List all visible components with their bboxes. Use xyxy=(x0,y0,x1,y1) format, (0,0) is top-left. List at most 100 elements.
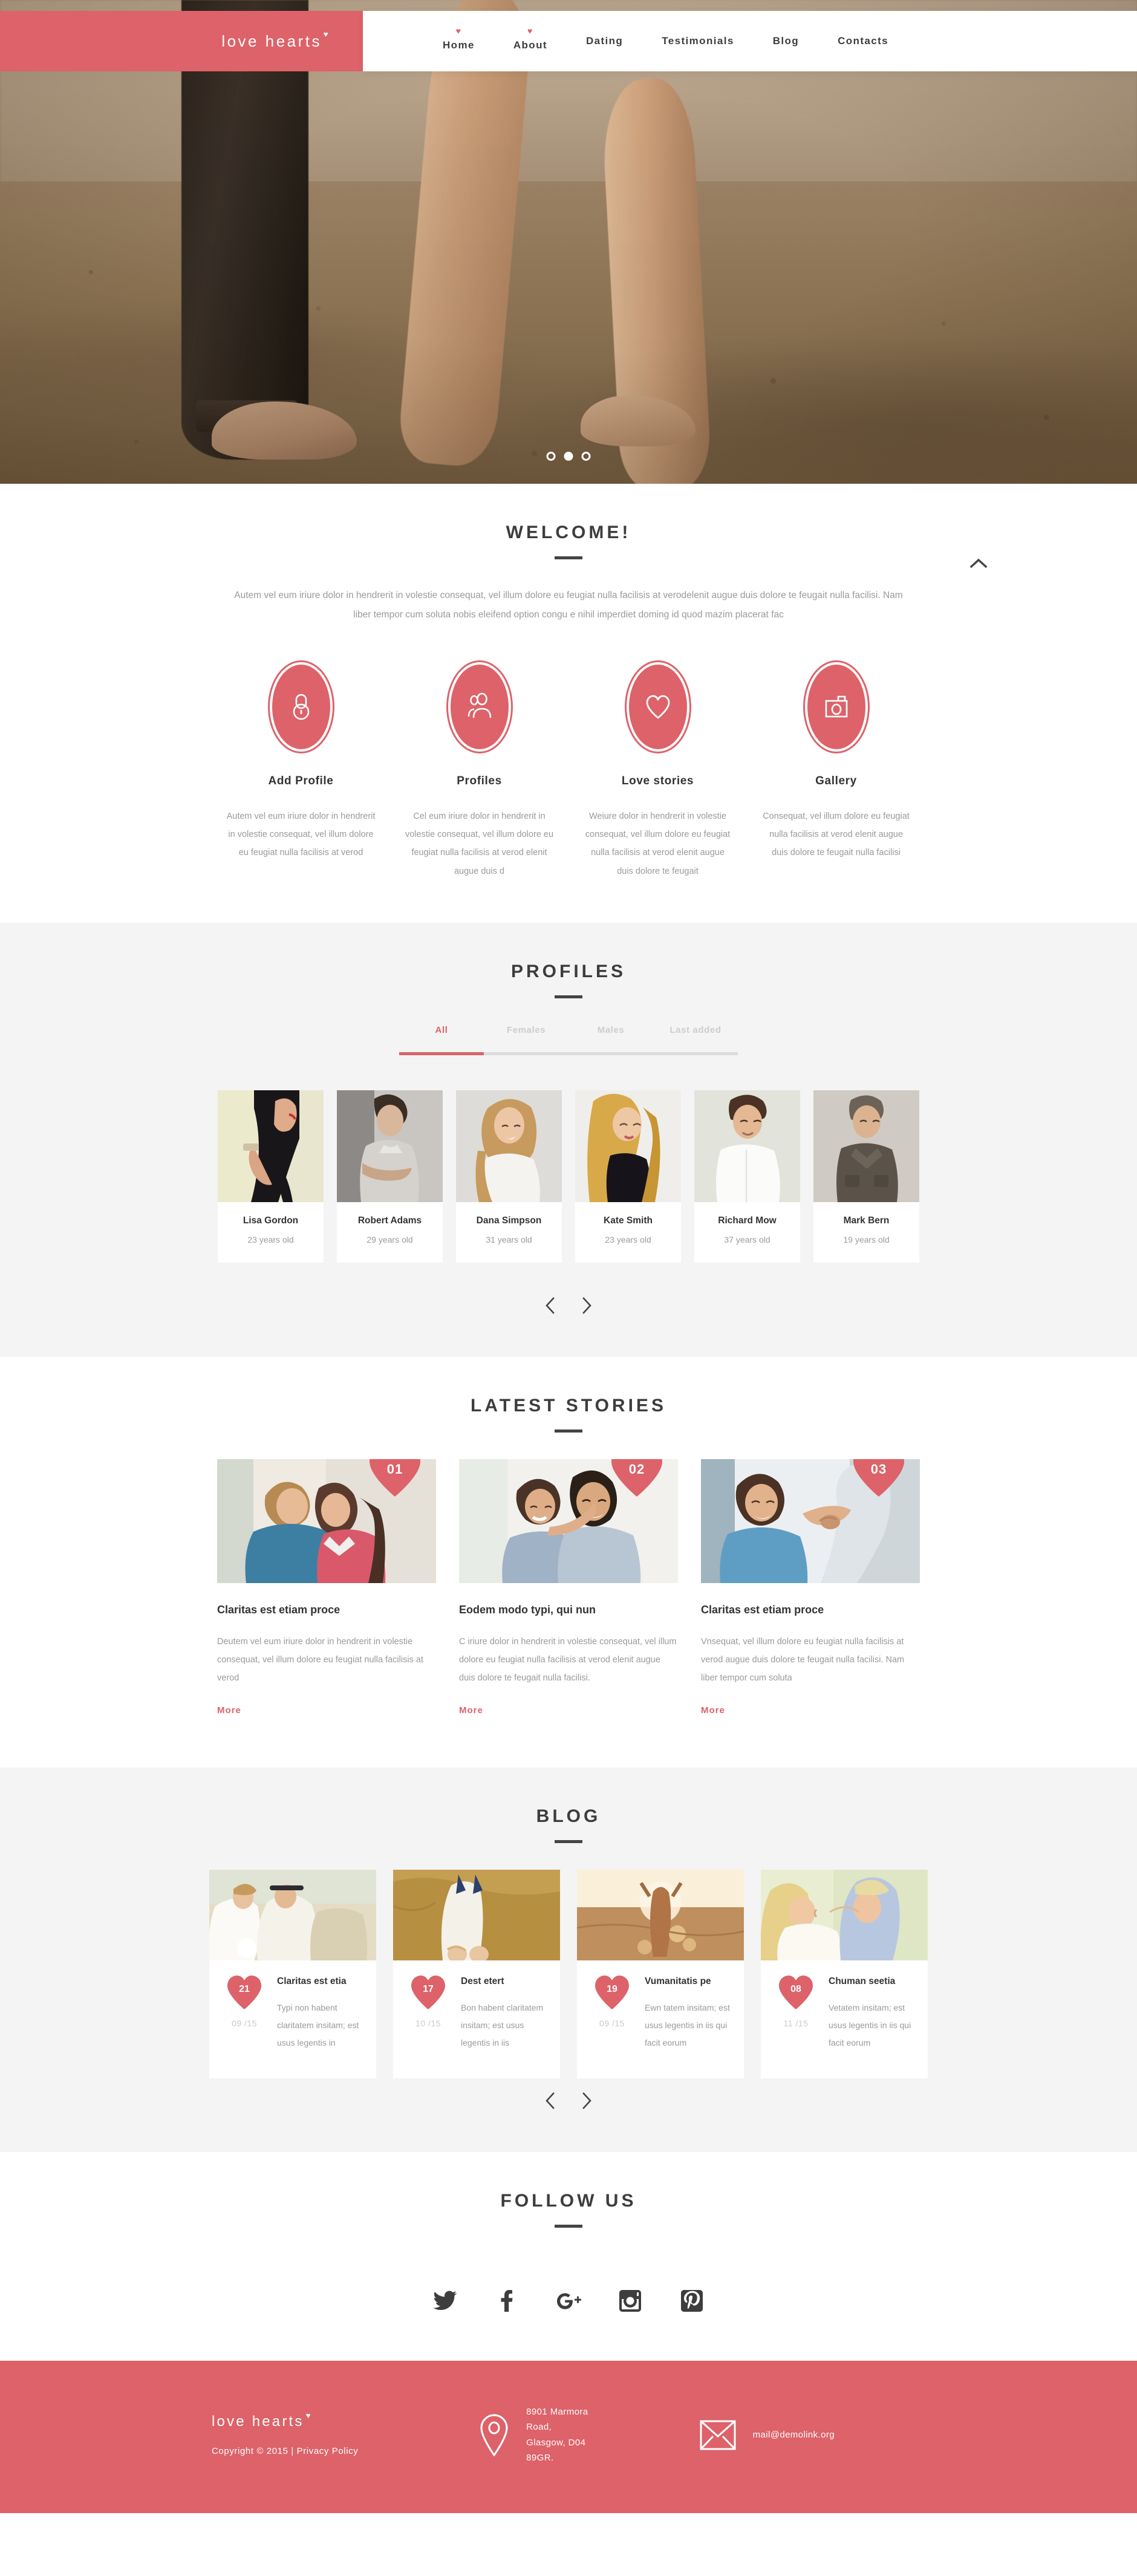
profile-card[interactable]: Dana Simpson 31 years old xyxy=(456,1090,562,1263)
nav-item-home[interactable]: ♥ Home xyxy=(423,11,494,71)
blog-card[interactable]: 17 10 /15 Dest etert Bon habent claritat… xyxy=(393,1870,560,2078)
blog-excerpt: Bon habent claritatem insitam; est usus … xyxy=(461,2003,544,2047)
slider-pagination xyxy=(546,452,591,461)
footer-copyright[interactable]: Copyright © 2015 | Privacy Policy xyxy=(212,2446,478,2456)
story-description: Deutem vel eum iriure dolor in hendrerit… xyxy=(217,1637,423,1683)
profile-name: Lisa Gordon xyxy=(243,1215,299,1226)
profile-age: 19 years old xyxy=(843,1235,890,1245)
blog-title[interactable]: Claritas est etia xyxy=(277,1976,364,1987)
nav-item-dating[interactable]: Dating xyxy=(567,11,642,71)
blog-day-badge: 08 xyxy=(777,1974,815,2011)
nav-item-contacts[interactable]: Contacts xyxy=(818,11,908,71)
chevron-left-icon[interactable] xyxy=(542,1296,558,1315)
story-more-link[interactable]: More xyxy=(701,1705,920,1716)
site-logo[interactable]: love hearts ♥ xyxy=(221,30,328,51)
feature-profiles[interactable]: Profiles Cel eum iriure dolor in hendrer… xyxy=(390,662,568,881)
profile-photo-mark-bern xyxy=(813,1090,919,1203)
chevron-left-icon[interactable] xyxy=(542,2092,558,2110)
hero-background-photo xyxy=(0,0,1137,484)
blog-month: 11 /15 xyxy=(783,2018,809,2029)
welcome-paragraph: Autem vel eum iriure dolor in hendrerit … xyxy=(234,590,903,620)
profile-card[interactable]: Lisa Gordon 23 years old xyxy=(218,1090,324,1263)
footer-logo-text: love hearts xyxy=(212,2413,304,2430)
chevron-right-icon[interactable] xyxy=(579,1296,595,1315)
blog-date: 21 09 /15 xyxy=(221,1974,267,2051)
story-title: Claritas est etiam proce xyxy=(217,1604,340,1616)
blog-day-badge: 19 xyxy=(593,1974,631,2011)
footer-logo[interactable]: love hearts ♥ xyxy=(212,2411,310,2430)
blog-photo-3 xyxy=(577,1870,744,1961)
profile-card[interactable]: Robert Adams 29 years old xyxy=(337,1090,443,1263)
profile-photo xyxy=(813,1090,919,1203)
feature-love-stories[interactable]: Love stories Weiure dolor in hendrerit i… xyxy=(568,662,747,881)
blog-date: 17 10 /15 xyxy=(405,1974,451,2051)
chevron-up-icon xyxy=(969,558,988,568)
nav-item-label: Dating xyxy=(585,35,624,47)
social-link-pinterest[interactable] xyxy=(678,2287,706,2315)
social-links xyxy=(0,2254,1137,2361)
story-more-link[interactable]: More xyxy=(459,1705,678,1716)
site-header: love hearts ♥ ♥ Home ♥ About Dating Test… xyxy=(0,11,1137,71)
title-underline xyxy=(555,556,582,559)
footer-email[interactable]: mail@demolink.org xyxy=(753,2427,835,2443)
filter-tab-all[interactable]: All xyxy=(399,1025,484,1044)
social-link-twitter[interactable] xyxy=(431,2287,459,2315)
profile-name: Dana Simpson xyxy=(476,1215,542,1226)
heart-icon: ♥ xyxy=(527,26,533,36)
feature-title: Gallery xyxy=(815,774,857,787)
blog-title[interactable]: Vumanitatis pe xyxy=(645,1976,732,1987)
slider-dot-3[interactable] xyxy=(581,452,591,461)
feature-add-profile[interactable]: Add Profile Autem vel eum iriure dolor i… xyxy=(212,662,390,881)
feature-gallery[interactable]: Gallery Consequat, vel illum dolore eu f… xyxy=(747,662,925,881)
filter-tab-females[interactable]: Females xyxy=(484,1025,568,1044)
blog-photo xyxy=(209,1870,376,1961)
blog-title[interactable]: Chuman seetia xyxy=(829,1976,916,1987)
blog-card[interactable]: 19 09 /15 Vumanitatis pe Ewn tatem insit… xyxy=(577,1870,744,2078)
blog-card[interactable]: 08 11 /15 Chuman seetia Vetatem insitam;… xyxy=(761,1870,928,2078)
footer-content: love hearts ♥ Copyright © 2015 | Privacy… xyxy=(212,2404,925,2466)
nav-item-about[interactable]: ♥ About xyxy=(494,11,567,71)
blog-day-badge: 17 xyxy=(409,1974,447,2011)
profile-photo-dana-simpson xyxy=(456,1090,562,1203)
profile-age: 37 years old xyxy=(724,1235,770,1245)
social-link-instagram[interactable] xyxy=(616,2287,644,2315)
story-card[interactable]: 01 Claritas est etiam proce Deutem vel e… xyxy=(217,1459,436,1716)
blog-title[interactable]: Dest etert xyxy=(461,1976,548,1987)
slider-dot-2[interactable] xyxy=(564,452,573,461)
feature-description: Cel eum iriure dolor in hendrerit in vol… xyxy=(405,811,554,876)
filter-tab-last-added[interactable]: Last added xyxy=(653,1025,738,1044)
facebook-icon xyxy=(501,2289,513,2312)
story-card[interactable]: 02 Eodem modo typi, qui nun C iriure dol… xyxy=(459,1459,678,1716)
footer-email-block: mail@demolink.org xyxy=(699,2416,835,2454)
blog-text: Vumanitatis pe Ewn tatem insitam; est us… xyxy=(645,1974,732,2051)
profile-card[interactable]: Mark Bern 19 years old xyxy=(813,1090,919,1263)
social-link-facebook[interactable] xyxy=(493,2287,521,2315)
social-link-google-plus[interactable] xyxy=(555,2287,582,2315)
blog-day-badge: 21 xyxy=(226,1974,263,2011)
camera-icon xyxy=(825,695,847,717)
chevron-right-icon[interactable] xyxy=(579,2092,595,2110)
profile-card[interactable]: Richard Mow 37 years old xyxy=(694,1090,800,1263)
profile-card[interactable]: Kate Smith 23 years old xyxy=(575,1090,681,1263)
main-navigation: ♥ Home ♥ About Dating Testimonials Blog xyxy=(363,11,1137,71)
filter-tab-males[interactable]: Males xyxy=(568,1025,653,1044)
story-more-link[interactable]: More xyxy=(217,1705,436,1716)
story-card[interactable]: 03 Claritas est etiam proce Vnsequat, ve… xyxy=(701,1459,920,1716)
blog-card-body: 19 09 /15 Vumanitatis pe Ewn tatem insit… xyxy=(577,1960,744,2078)
blog-month: 09 /15 xyxy=(599,2018,625,2029)
nav-item-testimonials[interactable]: Testimonials xyxy=(642,11,753,71)
title-underline xyxy=(555,1429,582,1433)
blog-card[interactable]: 21 09 /15 Claritas est etia Typi non hab… xyxy=(209,1870,376,2078)
slider-dot-1[interactable] xyxy=(546,452,556,461)
profile-photo xyxy=(218,1090,324,1203)
stories-list: 01 Claritas est etiam proce Deutem vel e… xyxy=(0,1459,1137,1768)
footer-address-line1: 8901 Marmora Road, xyxy=(526,2406,588,2433)
nav-item-label: Contacts xyxy=(838,35,889,47)
feature-title: Add Profile xyxy=(268,774,334,787)
logo-block[interactable]: love hearts ♥ xyxy=(0,11,363,71)
story-number-badge: 01 xyxy=(367,1459,423,1499)
user-profile-icon xyxy=(468,692,491,718)
scroll-to-top-button[interactable] xyxy=(965,550,992,577)
nav-item-blog[interactable]: Blog xyxy=(754,11,818,71)
feature-icon-circle xyxy=(448,662,511,752)
